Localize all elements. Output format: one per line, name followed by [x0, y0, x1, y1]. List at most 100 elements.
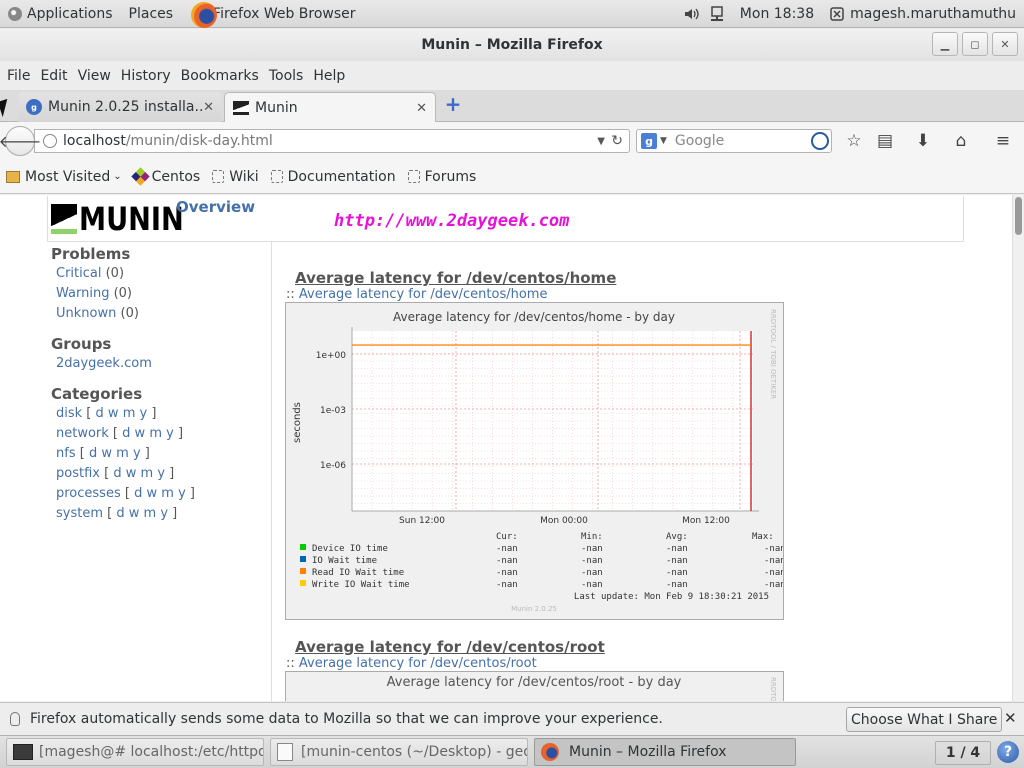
close-tab-icon[interactable]: ✕: [203, 100, 214, 115]
category-postfix-period-d[interactable]: d: [113, 466, 121, 481]
active-app-menu[interactable]: Firefox Web Browser: [181, 0, 364, 28]
y-tick-label: 1e+00: [316, 351, 347, 361]
warning-link[interactable]: Warning: [56, 286, 109, 301]
scrollbar-thumb[interactable]: [1015, 197, 1022, 235]
url-bar[interactable]: localhost/munin/disk-day.html ▼ ↻: [34, 129, 630, 153]
downloads-icon[interactable]: ⬇: [912, 130, 934, 152]
category-nfs-period-m[interactable]: m: [116, 446, 129, 461]
volume-icon[interactable]: [676, 0, 708, 28]
graph-root-heading: Average latency for /dev/centos/root: [295, 638, 605, 656]
page-content: MUNIN Overview http://www.2daygeek.com P…: [0, 195, 1024, 701]
menu-edit[interactable]: Edit: [35, 68, 72, 84]
user-name: magesh.maruthamuthu: [850, 5, 1016, 22]
applications-menu[interactable]: Applications: [0, 0, 121, 28]
page-icon: [407, 170, 420, 183]
window-titlebar[interactable]: Munin – Mozilla Firefox ▁ ◻ ✕: [0, 29, 1024, 61]
menu-history[interactable]: History: [116, 68, 176, 84]
search-magnifier-icon[interactable]: [811, 132, 829, 150]
close-tab-icon[interactable]: ✕: [416, 101, 427, 116]
category-nfs-period-y[interactable]: y: [133, 446, 141, 461]
category-processes-period-m[interactable]: m: [161, 486, 174, 501]
close-window-button[interactable]: ✕: [992, 32, 1018, 56]
google-engine-icon[interactable]: g: [641, 133, 657, 149]
menu-tools[interactable]: Tools: [264, 68, 309, 84]
tab-munin[interactable]: Munin ✕: [224, 92, 436, 123]
category-nfs-period-d[interactable]: d: [89, 446, 97, 461]
page-scrollbar[interactable]: [1012, 195, 1024, 701]
category-postfix-period-w[interactable]: w: [126, 466, 137, 481]
graph-home-zoom-link[interactable]: Average latency for /dev/centos/home: [299, 287, 548, 302]
active-app-label: Firefox Web Browser: [213, 5, 356, 22]
unknown-link[interactable]: Unknown: [56, 306, 116, 321]
bracket-open: [: [75, 446, 89, 461]
category-network-period-w[interactable]: w: [135, 426, 146, 441]
category-disk-link[interactable]: disk: [56, 406, 82, 421]
category-system-period-y[interactable]: y: [160, 506, 168, 521]
reload-icon[interactable]: ↻: [611, 133, 623, 149]
category-item-nfs: nfs [ d w m y ]: [51, 446, 271, 466]
overview-link[interactable]: Overview: [176, 198, 255, 216]
bookmark-documentation[interactable]: Documentation: [270, 169, 396, 185]
bookmark-wiki[interactable]: Wiki: [212, 169, 259, 185]
hamburger-menu-icon[interactable]: ≡: [992, 130, 1014, 152]
category-system-period-w[interactable]: w: [129, 506, 140, 521]
category-disk-period-d[interactable]: d: [96, 406, 104, 421]
graph-home-image[interactable]: Average latency for /dev/centos/home - b…: [285, 302, 786, 620]
category-disk-period-w[interactable]: w: [108, 406, 119, 421]
network-icon[interactable]: [708, 0, 732, 28]
bookmark-most-visited[interactable]: Most Visited ⌄: [6, 169, 122, 185]
places-menu[interactable]: Places: [121, 0, 182, 28]
category-disk-period-m[interactable]: m: [123, 406, 136, 421]
menu-file[interactable]: File: [2, 68, 35, 84]
category-network-link[interactable]: network: [56, 426, 109, 441]
group-2daygeek-link[interactable]: 2daygeek.com: [56, 356, 152, 371]
minimize-button[interactable]: ▁: [932, 32, 958, 56]
clock[interactable]: Mon 18:38: [732, 0, 822, 28]
search-input[interactable]: g ▼ Google: [636, 129, 832, 153]
workspace-switcher[interactable]: 1 / 4: [935, 741, 991, 765]
category-network-period-d[interactable]: d: [122, 426, 130, 441]
home-icon[interactable]: ⌂: [950, 130, 972, 152]
legend-swatch: [300, 568, 306, 574]
legend-value-max: -nan: [764, 580, 783, 590]
maximize-button[interactable]: ◻: [962, 32, 988, 56]
category-processes-period-w[interactable]: w: [146, 486, 157, 501]
menu-help[interactable]: Help: [308, 68, 350, 84]
task-terminal[interactable]: [magesh@# localhost:/etc/httpd...: [6, 738, 264, 766]
task-firefox[interactable]: Munin – Mozilla Firefox: [534, 738, 796, 766]
category-network-period-y[interactable]: y: [166, 426, 174, 441]
help-icon[interactable]: ?: [997, 741, 1019, 763]
bookmarks-menu-icon[interactable]: ▤: [874, 130, 896, 152]
category-postfix-period-y[interactable]: y: [157, 466, 165, 481]
critical-link[interactable]: Critical: [56, 266, 101, 281]
menu-view[interactable]: View: [73, 68, 116, 84]
graph-root-zoom-link[interactable]: Average latency for /dev/centos/root: [299, 656, 537, 671]
search-engine-dropdown-icon[interactable]: ▼: [660, 136, 667, 146]
url-history-dropdown-icon[interactable]: ▼: [597, 136, 605, 147]
close-notification-icon[interactable]: ✕: [1004, 709, 1017, 727]
new-tab-plus-icon[interactable]: +: [444, 94, 462, 114]
task-gedit[interactable]: [munin-centos (~/Desktop) - ged...: [270, 738, 528, 766]
tab-munin-install[interactable]: g Munin 2.0.25 installa... ✕: [18, 92, 222, 122]
category-processes-period-d[interactable]: d: [134, 486, 142, 501]
bookmark-star-icon[interactable]: ☆: [843, 130, 865, 152]
menu-bookmarks[interactable]: Bookmarks: [176, 68, 264, 84]
category-system-link[interactable]: system: [56, 506, 103, 521]
category-system-period-d[interactable]: d: [116, 506, 124, 521]
category-processes-period-y[interactable]: y: [178, 486, 186, 501]
back-button[interactable]: 🡐: [0, 126, 41, 156]
category-nfs-period-w[interactable]: w: [101, 446, 112, 461]
category-postfix-link[interactable]: postfix: [56, 466, 100, 481]
graph-root-image[interactable]: Average latency for /dev/centos/root - b…: [285, 671, 784, 701]
category-processes-link[interactable]: processes: [56, 486, 121, 501]
user-menu[interactable]: magesh.maruthamuthu: [822, 0, 1024, 28]
legend-value-avg: -nan: [666, 556, 688, 566]
category-network-period-m[interactable]: m: [149, 426, 162, 441]
y-tick-label: 1e-06: [320, 461, 346, 471]
category-postfix-period-m[interactable]: m: [141, 466, 154, 481]
category-system-period-m[interactable]: m: [144, 506, 157, 521]
category-nfs-link[interactable]: nfs: [56, 446, 76, 461]
bookmark-centos[interactable]: Centos: [130, 167, 200, 186]
choose-what-i-share-button[interactable]: Choose What I Share: [846, 707, 1003, 732]
bookmark-forums[interactable]: Forums: [407, 169, 476, 185]
